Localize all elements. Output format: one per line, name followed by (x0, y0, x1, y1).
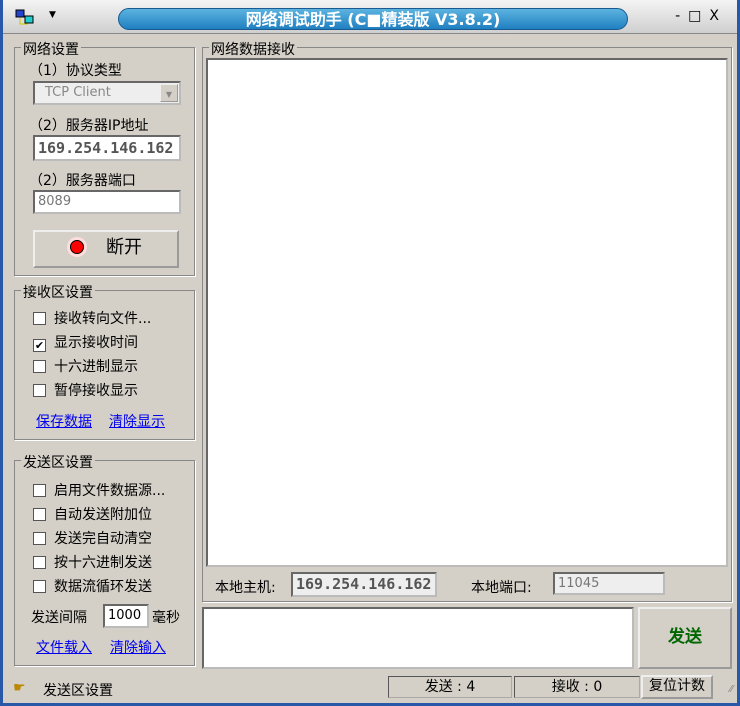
network-settings-group: 网络设置 （1）协议类型 TCP Client ▼ （2）服务器IP地址 169.… (14, 39, 195, 276)
status-hand-icon: ☛ (13, 680, 26, 696)
receive-textarea[interactable] (206, 58, 728, 567)
checkbox[interactable] (33, 580, 46, 593)
option-label: 发送完自动清空 (54, 531, 152, 547)
option-label: 自动发送附加位 (54, 507, 152, 523)
disconnect-button[interactable]: 断开 (33, 230, 179, 268)
send-option-loop[interactable]: 数据流循环发送 (33, 576, 152, 596)
protocol-select[interactable]: TCP Client ▼ (33, 81, 181, 105)
reset-count-button[interactable]: 复位计数 (641, 675, 713, 699)
send-textarea[interactable] (202, 607, 634, 669)
receive-settings-title: 接收区设置 (21, 282, 95, 302)
option-label: 按十六进制发送 (54, 555, 152, 571)
receive-option-pause[interactable]: 暂停接收显示 (33, 380, 138, 400)
send-option-append-bit[interactable]: 自动发送附加位 (33, 504, 152, 524)
checkbox[interactable] (33, 484, 46, 497)
ip-label: （2）服务器IP地址 (29, 118, 149, 134)
interval-input[interactable]: 1000 (103, 604, 149, 628)
local-host-value: 169.254.146.162 (291, 572, 437, 597)
app-window: ▼ 网络调试助手 (C■精装版 V3.8.2) -□X 网络设置 （1）协议类型… (0, 0, 740, 706)
option-label: 十六进制显示 (54, 359, 138, 375)
checkbox[interactable] (33, 508, 46, 521)
title-bar: ▼ 网络调试助手 (C■精装版 V3.8.2) -□X (3, 0, 737, 34)
network-app-icon[interactable] (15, 9, 35, 27)
network-settings-title: 网络设置 (21, 39, 81, 59)
option-label: 接收转向文件... (54, 311, 152, 327)
sent-count: 发送 : 4 (388, 676, 512, 698)
checkbox[interactable] (33, 532, 46, 545)
interval-unit: 毫秒 (152, 610, 180, 626)
resize-grip-icon[interactable]: ⁄⁄ (730, 684, 733, 695)
option-label: 显示接收时间 (54, 335, 138, 351)
connection-status-icon (70, 240, 84, 254)
receive-option-to-file[interactable]: 接收转向文件... (33, 308, 151, 328)
save-data-link[interactable]: 保存数据 (36, 411, 92, 431)
option-label: 暂停接收显示 (54, 383, 138, 399)
receive-option-hex[interactable]: 十六进制显示 (33, 356, 138, 376)
checkbox[interactable] (33, 384, 46, 397)
send-option-hex[interactable]: 按十六进制发送 (33, 552, 152, 572)
disconnect-label: 断开 (106, 237, 142, 258)
load-file-link[interactable]: 文件载入 (36, 637, 92, 657)
maximize-button[interactable]: □ (688, 8, 709, 24)
checkbox[interactable] (33, 312, 46, 325)
server-port-input[interactable]: 8089 (33, 190, 181, 214)
checkbox[interactable] (33, 360, 46, 373)
system-menu-arrow-icon[interactable]: ▼ (49, 10, 56, 20)
status-text: 发送区设置 (43, 683, 113, 699)
checkbox[interactable] (33, 556, 46, 569)
chevron-down-icon[interactable]: ▼ (160, 84, 178, 102)
local-port-label: 本地端口: (471, 580, 532, 596)
send-option-file-source[interactable]: 启用文件数据源... (33, 480, 165, 500)
local-host-label: 本地主机: (215, 580, 276, 596)
receive-area-group: 网络数据接收 本地主机: 169.254.146.162 本地端口: 11045 (202, 39, 732, 602)
send-settings-group: 发送区设置 启用文件数据源... 自动发送附加位 发送完自动清空 按十六进制发送… (14, 452, 195, 666)
window-title: 网络调试助手 (C■精装版 V3.8.2) (118, 8, 628, 30)
option-label: 数据流循环发送 (54, 579, 152, 595)
received-count: 接收 : 0 (514, 676, 640, 698)
local-port-value: 11045 (553, 572, 665, 595)
send-option-auto-clear[interactable]: 发送完自动清空 (33, 528, 152, 548)
protocol-label: （1）协议类型 (29, 63, 122, 79)
port-label: （2）服务器端口 (29, 173, 136, 189)
option-label: 启用文件数据源... (54, 483, 166, 499)
send-settings-title: 发送区设置 (21, 452, 95, 472)
server-ip-input[interactable]: 169.254.146.162 (33, 135, 181, 161)
receive-area-title: 网络数据接收 (209, 39, 297, 59)
checkbox-checked[interactable]: ✔ (33, 339, 46, 352)
send-button[interactable]: 发送 (638, 607, 732, 669)
receive-settings-group: 接收区设置 接收转向文件... ✔ 显示接收时间 十六进制显示 暂停接收显示 保存… (14, 282, 195, 440)
protocol-value: TCP Client (45, 85, 111, 100)
clear-display-link[interactable]: 清除显示 (109, 411, 165, 431)
status-bar: ☛ 发送区设置 发送 : 4 接收 : 0 复位计数 ⁄⁄ (3, 674, 737, 703)
receive-option-show-time[interactable]: ✔ 显示接收时间 (33, 332, 138, 352)
clear-input-link[interactable]: 清除输入 (110, 637, 166, 657)
interval-label: 发送间隔 (31, 610, 87, 626)
minimize-button[interactable]: - (675, 8, 688, 24)
close-button[interactable]: X (709, 8, 727, 24)
